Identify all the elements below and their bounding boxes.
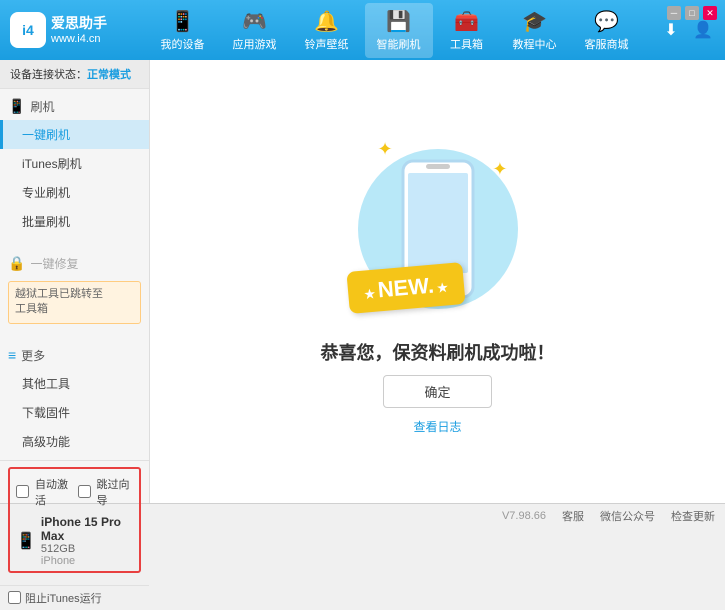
more-group-header: ≡ 更多 xyxy=(0,342,149,369)
logo-icon: i4 xyxy=(10,12,46,48)
device-row: 📱 iPhone 15 Pro Max 512GB iPhone xyxy=(16,515,133,567)
download-button[interactable]: ⬇ xyxy=(659,18,683,42)
flash-section: 📱 刷机 一键刷机 iTunes刷机 专业刷机 批量刷机 xyxy=(0,89,149,240)
nav-ringtones[interactable]: 🔔 铃声壁纸 xyxy=(293,3,361,58)
guide-label[interactable]: 跳过向导 xyxy=(97,476,134,508)
toolbox-icon: 🧰 xyxy=(454,9,479,34)
auto-activate-checkbox[interactable] xyxy=(16,485,29,498)
recovery-group-header: 🔒 一键修复 xyxy=(0,250,149,277)
sidebar-footer: 自动激活 跳过向导 📱 iPhone 15 Pro Max 512GB iPho… xyxy=(0,460,149,585)
phone-illustration: ✦ ✦ NEW. xyxy=(348,129,528,329)
sparkle-2: ✦ xyxy=(378,139,393,160)
sidebar-item-itunes-flash[interactable]: iTunes刷机 xyxy=(0,149,149,178)
nav-tutorial[interactable]: 🎓 教程中心 xyxy=(501,3,569,58)
more-group-icon: ≡ xyxy=(8,347,16,363)
logo-text: 爱思助手 www.i4.cn xyxy=(51,14,107,46)
footer-customer-service[interactable]: 客服 xyxy=(562,508,584,524)
ringtones-icon: 🔔 xyxy=(314,9,339,34)
sidebar-item-other-tools[interactable]: 其他工具 xyxy=(0,369,149,398)
service-icon: 💬 xyxy=(594,9,619,34)
more-group-label: 更多 xyxy=(21,347,45,364)
block-itunes-label: 阻止iTunes运行 xyxy=(25,590,102,606)
sidebar: 设备连接状态：正常模式 📱 刷机 一键刷机 iTunes刷机 专业刷机 批量刷机… xyxy=(0,60,150,503)
sidebar-item-batch-flash[interactable]: 批量刷机 xyxy=(0,207,149,236)
my-device-label: 我的设备 xyxy=(161,36,205,52)
sidebar-item-download-firmware[interactable]: 下载固件 xyxy=(0,398,149,427)
device-type: iPhone xyxy=(41,555,133,567)
confirm-button[interactable]: 确定 xyxy=(383,375,491,408)
more-section: ≡ 更多 其他工具 下载固件 高级功能 xyxy=(0,338,149,460)
nav-smart-flash[interactable]: 💾 智能刷机 xyxy=(365,3,433,58)
flash-group-header: 📱 刷机 xyxy=(0,93,149,120)
recovery-notice: 越狱工具已跳转至工具箱 xyxy=(8,281,141,324)
apps-games-icon: 🎮 xyxy=(242,9,267,34)
nav-toolbox[interactable]: 🧰 工具箱 xyxy=(437,3,497,58)
auto-activate-label[interactable]: 自动激活 xyxy=(35,476,72,508)
main-content: ✦ ✦ NEW. 恭喜您，保资料刷机成功啦！ 确定 查看日志 xyxy=(150,60,725,503)
toolbox-label: 工具箱 xyxy=(450,36,483,52)
device-icon: 📱 xyxy=(16,531,36,551)
nav-my-device[interactable]: 📱 我的设备 xyxy=(149,3,217,58)
footer-wechat[interactable]: 微信公众号 xyxy=(600,508,655,524)
auto-activate-row: 自动激活 跳过向导 xyxy=(16,473,133,511)
sparkle-1: ✦ xyxy=(492,159,507,180)
sidebar-item-pro-flash[interactable]: 专业刷机 xyxy=(0,178,149,207)
flash-group-icon: 📱 xyxy=(8,98,25,115)
nav-apps-games[interactable]: 🎮 应用游戏 xyxy=(221,3,289,58)
nav-service[interactable]: 💬 客服商城 xyxy=(573,3,641,58)
recovery-section: 🔒 一键修复 越狱工具已跳转至工具箱 xyxy=(0,246,149,332)
block-itunes-checkbox[interactable] xyxy=(8,591,21,604)
device-options-box: 自动激活 跳过向导 📱 iPhone 15 Pro Max 512GB iPho… xyxy=(8,467,141,573)
device-details: iPhone 15 Pro Max 512GB iPhone xyxy=(41,515,133,567)
tutorial-label: 教程中心 xyxy=(513,36,557,52)
maximize-button[interactable]: □ xyxy=(685,6,699,20)
sidebar-item-one-click-flash[interactable]: 一键刷机 xyxy=(0,120,149,149)
ringtones-label: 铃声壁纸 xyxy=(305,36,349,52)
sidebar-item-advanced[interactable]: 高级功能 xyxy=(0,427,149,456)
close-button[interactable]: ✕ xyxy=(703,6,717,20)
flash-group-label: 刷机 xyxy=(30,98,54,115)
tutorial-icon: 🎓 xyxy=(522,9,547,34)
recovery-group-icon: 🔒 xyxy=(8,255,25,272)
minimize-button[interactable]: ─ xyxy=(667,6,681,20)
smart-flash-icon: 💾 xyxy=(386,9,411,34)
footer-version: V7.98.66 xyxy=(502,510,546,522)
recovery-group-label: 一键修复 xyxy=(30,255,78,272)
guide-checkbox[interactable] xyxy=(78,485,91,498)
header-right: ⬇ 👤 xyxy=(659,18,715,42)
my-device-icon: 📱 xyxy=(170,9,195,34)
itunes-bar: 阻止iTunes运行 xyxy=(0,585,149,610)
success-text: 恭喜您，保资料刷机成功啦！ xyxy=(321,339,555,365)
log-link[interactable]: 查看日志 xyxy=(413,418,461,435)
logo: i4 爱思助手 www.i4.cn xyxy=(10,12,130,48)
success-panel: ✦ ✦ NEW. 恭喜您，保资料刷机成功啦！ 确定 查看日志 xyxy=(321,129,555,435)
status-bar: 设备连接状态：正常模式 xyxy=(0,60,149,89)
service-label: 客服商城 xyxy=(585,36,629,52)
app-body: 设备连接状态：正常模式 📱 刷机 一键刷机 iTunes刷机 专业刷机 批量刷机… xyxy=(0,60,725,503)
device-name: iPhone 15 Pro Max xyxy=(41,515,133,543)
device-storage: 512GB xyxy=(41,543,133,555)
footer-check-update[interactable]: 检查更新 xyxy=(671,508,715,524)
app-header: i4 爱思助手 www.i4.cn 📱 我的设备 🎮 应用游戏 🔔 铃声壁纸 💾… xyxy=(0,0,725,60)
apps-games-label: 应用游戏 xyxy=(233,36,277,52)
nav-bar: 📱 我的设备 🎮 应用游戏 🔔 铃声壁纸 💾 智能刷机 🧰 工具箱 🎓 xyxy=(130,3,659,58)
smart-flash-label: 智能刷机 xyxy=(377,36,421,52)
user-button[interactable]: 👤 xyxy=(691,18,715,42)
